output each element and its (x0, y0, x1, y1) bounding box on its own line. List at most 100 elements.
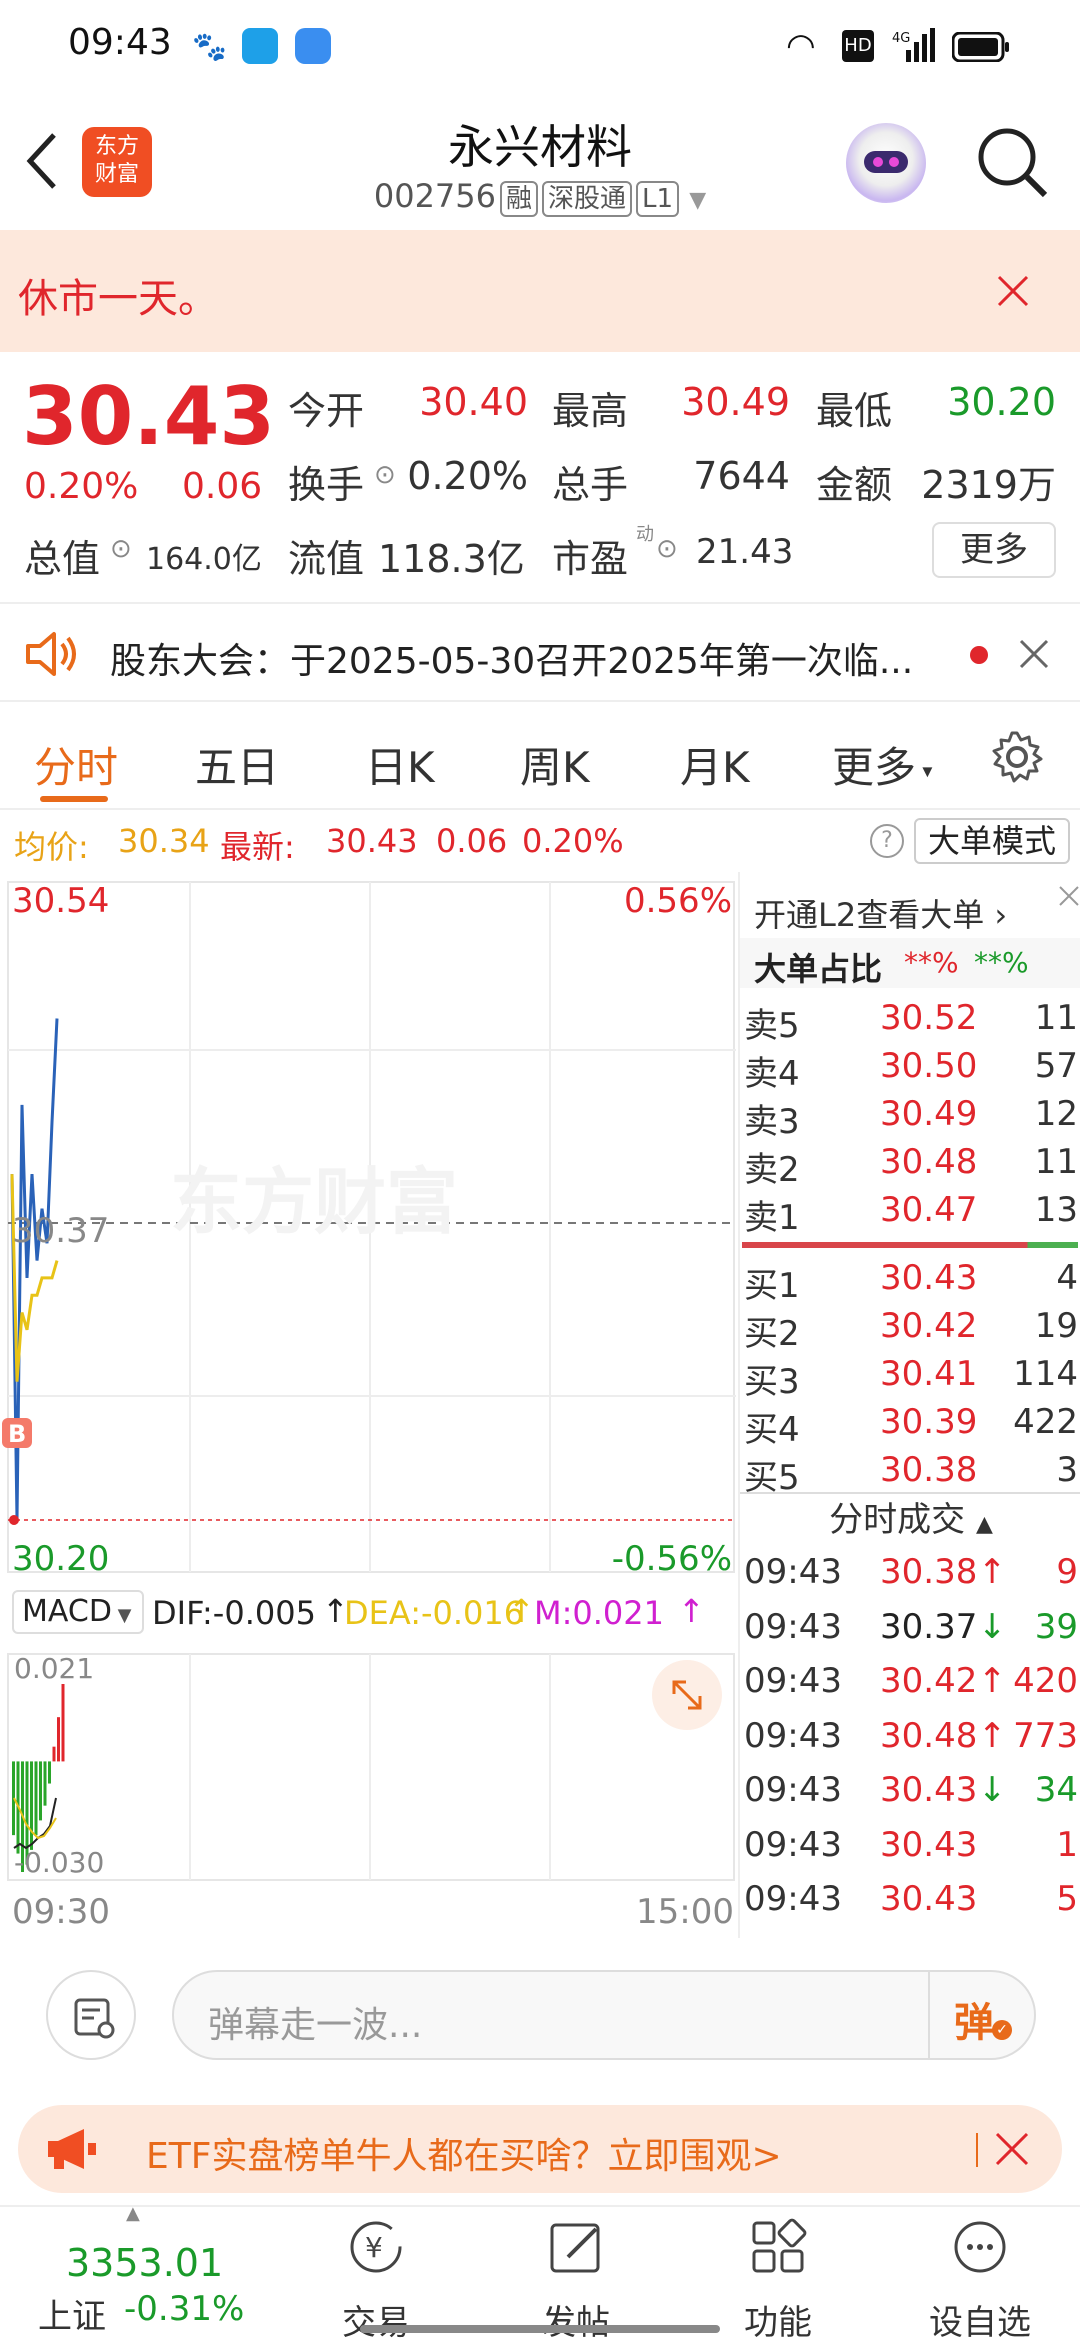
ask-row: 卖3 30.49 12 (740, 1092, 1080, 1142)
ask-label: 卖2 (744, 1150, 800, 1190)
banner-divider (976, 2133, 978, 2167)
caret-up-icon: ▲ (126, 2203, 140, 2224)
l2-promo-link[interactable]: 开通L2查看大单 › (754, 890, 1007, 936)
tick-price: 30.38 (880, 1552, 978, 1592)
ask-volume: 57 (1034, 1046, 1078, 1086)
big-ratio-label: 大单占比 (754, 950, 883, 988)
announcement-bar[interactable]: 股东大会：于2025-05-30召开2025年第一次临... (0, 602, 1080, 702)
chart-svg[interactable]: 东方财富 30.54 30.37 30.20 0.56% -0.56% B (0, 872, 736, 1612)
close-icon[interactable] (1056, 878, 1080, 906)
danmu-send-button[interactable]: 弹 ✓ (954, 1990, 1014, 2046)
search-icon[interactable] (975, 125, 1051, 201)
megaphone-icon (44, 2125, 100, 2173)
gear-icon[interactable] (990, 730, 1044, 784)
tick-volume: 420 (1013, 1661, 1078, 1701)
info-icon[interactable]: ⊙ (110, 534, 132, 564)
macd-panel[interactable]: 0.021 -0.030 (0, 1648, 736, 1888)
svg-text:¥: ¥ (365, 2231, 383, 2264)
info-icon[interactable]: ⊙ (374, 460, 396, 490)
close-icon[interactable] (996, 274, 1030, 308)
change-value: 0.06 (182, 466, 263, 507)
more-button[interactable]: 更多 (932, 522, 1056, 578)
tab-more[interactable]: 更多 ▾ (832, 734, 932, 795)
ask-price: 30.47 (880, 1190, 978, 1230)
open-label: 今开 (288, 389, 365, 433)
tab-five-day[interactable]: 五日 (195, 734, 279, 795)
bottom-nav: ▲ 3353.01 上证 -0.31% ¥ 交易 发帖 功能 设自选 (0, 2203, 1080, 2343)
tag-connect: 深股通 (542, 181, 633, 217)
latest-label: 最新: (220, 828, 295, 866)
nav-index[interactable]: ▲ 3353.01 上证 -0.31% (20, 2203, 270, 2342)
bid-label: 买1 (744, 1266, 800, 1306)
info-icon[interactable]: ⊙ (656, 534, 678, 564)
nav-add-watchlist[interactable]: 设自选 (900, 2207, 1060, 2343)
nav-functions[interactable]: 功能 (698, 2207, 858, 2343)
tab-daily-k[interactable]: 日K (365, 734, 435, 795)
watermark: 东方财富 (170, 1163, 458, 1243)
ask-volume: 11 (1034, 998, 1078, 1038)
svg-text:4G: 4G (892, 31, 910, 46)
battery-icon (951, 31, 1010, 63)
expand-icon[interactable] (652, 1660, 722, 1730)
nav-post[interactable]: 发帖 (496, 2207, 656, 2343)
danmu-input[interactable]: 弹幕走一波... 弹 ✓ (172, 1970, 1036, 2060)
tick-direction-icon: ↑ (978, 1661, 1007, 1701)
x-start-label: 09:30 (12, 1892, 110, 1932)
big-ratio-buy: **% (974, 946, 1029, 979)
macd-bar (52, 1746, 56, 1762)
macd-bar (48, 1761, 51, 1784)
bid-volume: 19 (1034, 1306, 1078, 1346)
macd-svg[interactable]: 0.021 -0.030 (0, 1648, 736, 1888)
latest-change: 0.06 (436, 822, 508, 860)
promo-banner[interactable]: ETF实盘榜单牛人都在买啥？立即围观> (18, 2105, 1062, 2193)
tick-row: 09:43 30.43 ↓ 34 (740, 1762, 1080, 1816)
tab-monthly-k[interactable]: 月K (680, 734, 750, 795)
pct-top-label: 0.56% (624, 881, 732, 921)
tick-time: 09:43 (744, 1824, 842, 1865)
big-order-mode-button[interactable]: 大单模式 (914, 818, 1070, 864)
macd-label: MACD (22, 1594, 112, 1629)
ask-row: 卖1 30.47 13 (740, 1188, 1080, 1238)
chart-tabs: 分时 五日 日K 周K 月K 更多 ▾ (0, 710, 1080, 810)
tick-row: 09:43 30.37 ↓ 39 (740, 1599, 1080, 1653)
chevron-down-icon: ▼ (689, 188, 707, 213)
float-label: 流值 (288, 537, 365, 581)
m-label: M:0.021 (534, 1594, 664, 1632)
tick-time: 09:43 (744, 1552, 842, 1592)
tick-volume: 39 (1034, 1606, 1078, 1647)
ask-price: 30.52 (880, 998, 978, 1038)
macd-selector[interactable]: MACD ▼ (12, 1590, 144, 1634)
home-indicator (360, 2325, 720, 2333)
danmu-placeholder: 弹幕走一波... (208, 2005, 423, 2046)
x-axis: 09:30 15:00 (0, 1888, 736, 1938)
intraday-chart[interactable]: 东方财富 30.54 30.37 30.20 0.56% -0.56% B MA… (0, 872, 736, 1634)
tick-price: 30.43 (880, 1879, 978, 1919)
close-icon[interactable] (1018, 638, 1050, 670)
robot-avatar-icon[interactable] (846, 123, 926, 203)
macd-bar (43, 1761, 47, 1806)
macd-bar (57, 1717, 60, 1762)
tick-row: 09:43 30.43 5 (740, 1871, 1080, 1925)
edit-icon (544, 2215, 608, 2279)
ask-label: 卖3 (744, 1102, 800, 1142)
bid-price: 30.38 (880, 1450, 978, 1490)
high-value: 30.49 (681, 380, 790, 424)
nav-trade[interactable]: ¥ 交易 (296, 2207, 456, 2343)
ticks-label: 分时成交 (829, 1500, 966, 1540)
close-icon[interactable] (994, 2131, 1030, 2167)
bid-price: 30.39 (880, 1402, 978, 1442)
ask-row: 卖4 30.50 57 (740, 1044, 1080, 1094)
low-label: 最低 (816, 389, 893, 433)
high-label: 最高 (552, 389, 629, 433)
low-point-marker (9, 1515, 19, 1525)
ticks-header[interactable]: 分时成交 ▲ (740, 1492, 1080, 1544)
open-value: 30.40 (419, 380, 528, 424)
tab-weekly-k[interactable]: 周K (520, 734, 590, 795)
turnover-label: 换手 (288, 463, 365, 507)
tab-intraday[interactable]: 分时 (34, 734, 118, 795)
tick-direction-icon: ↓ (978, 1606, 1007, 1647)
help-icon[interactable]: ? (870, 824, 904, 858)
note-settings-icon[interactable] (46, 1970, 136, 2060)
pe-label: 市盈 (552, 537, 629, 581)
tick-volume: 9 (1056, 1552, 1078, 1592)
